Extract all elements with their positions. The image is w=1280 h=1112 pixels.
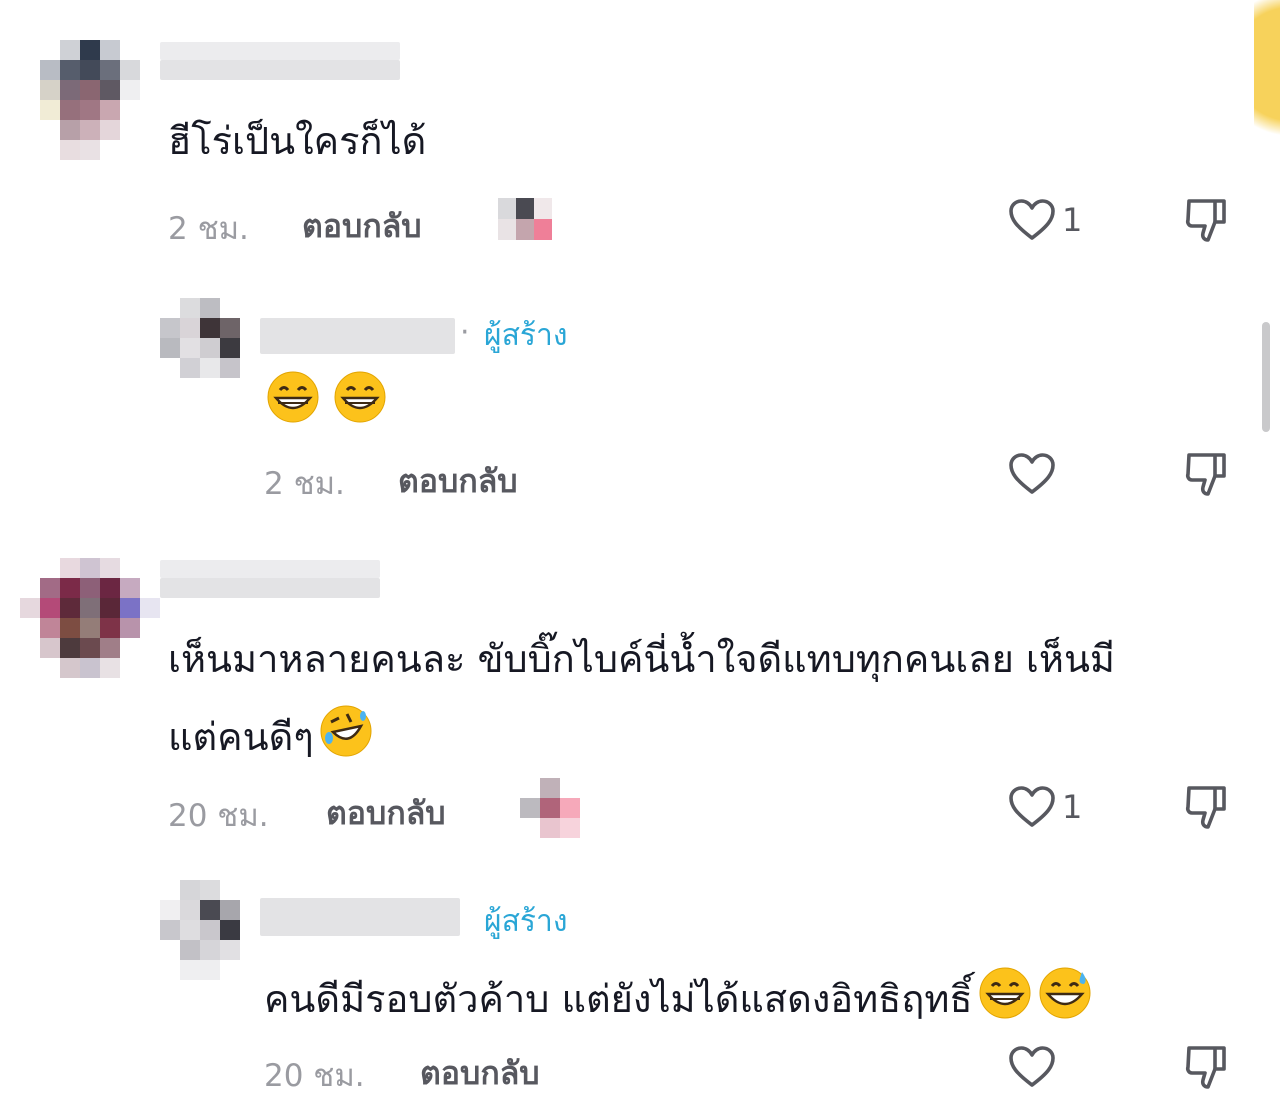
corner-decoration — [1254, 0, 1280, 160]
heart-icon[interactable] — [1008, 452, 1056, 496]
comment-text: แต่คนดีๆ — [168, 715, 314, 759]
comment-text-line-1: เห็นมาหลายคนละ ขับบิ๊กไบค์นี่น้ำใจดีแทบท… — [168, 637, 1115, 681]
comment-time: 20 ชม. — [168, 798, 269, 834]
reply-text: คนดีมีรอบตัวค้าบ แต่ยังไม่ได้แสดงอิทธิฤท… — [264, 977, 973, 1021]
username-redacted[interactable] — [260, 318, 455, 354]
heart-icon[interactable] — [1008, 1045, 1056, 1089]
grin-emoji — [979, 967, 1031, 1019]
reply-button[interactable]: ตอบกลับ — [326, 788, 446, 839]
reply-button[interactable]: ตอบกลับ — [420, 1048, 540, 1099]
avatar[interactable] — [20, 558, 160, 678]
username-redacted[interactable] — [160, 60, 400, 80]
reply-emoji-text — [266, 370, 387, 424]
avatar[interactable] — [160, 880, 240, 980]
creator-badge: ผู้สร้าง — [484, 318, 568, 353]
dislike-icon[interactable] — [1184, 783, 1232, 831]
reply-text-line: คนดีมีรอบตัวค้าบ แต่ยังไม่ได้แสดงอิทธิฤท… — [264, 966, 1092, 1020]
heart-icon[interactable] — [1008, 198, 1056, 242]
reply-time: 20 ชม. — [264, 1058, 365, 1094]
like-count: 1 — [1062, 788, 1083, 826]
comment-time: 2 ชม. — [168, 211, 249, 247]
reply-button[interactable]: ตอบกลับ — [398, 456, 518, 507]
grin-emoji — [334, 371, 386, 423]
like-count: 1 — [1062, 201, 1083, 239]
username-redacted[interactable] — [160, 560, 380, 578]
comment-text-line-2: แต่คนดีๆ — [168, 704, 373, 758]
reply-time: 2 ชม. — [264, 466, 345, 502]
separator-dot: · — [460, 315, 470, 350]
creator-liked-avatar — [498, 198, 554, 240]
creator-badge: ผู้สร้าง — [484, 904, 568, 939]
scrollbar[interactable] — [1262, 322, 1270, 432]
sweat-smile-emoji — [1039, 967, 1091, 1019]
avatar[interactable] — [40, 40, 140, 160]
dislike-icon[interactable] — [1184, 196, 1232, 244]
username-redacted[interactable] — [260, 898, 460, 936]
dislike-icon[interactable] — [1184, 450, 1232, 498]
heart-icon[interactable] — [1008, 785, 1056, 829]
rofl-emoji — [320, 705, 372, 757]
comment-text: ฮีโร่เป็นใครก็ได้ — [168, 119, 427, 163]
creator-liked-avatar — [520, 778, 580, 838]
dislike-icon[interactable] — [1184, 1043, 1232, 1091]
avatar[interactable] — [160, 298, 240, 378]
grin-emoji — [267, 371, 319, 423]
username-redacted[interactable] — [160, 42, 400, 60]
reply-button[interactable]: ตอบกลับ — [302, 201, 422, 252]
username-redacted[interactable] — [160, 578, 380, 598]
